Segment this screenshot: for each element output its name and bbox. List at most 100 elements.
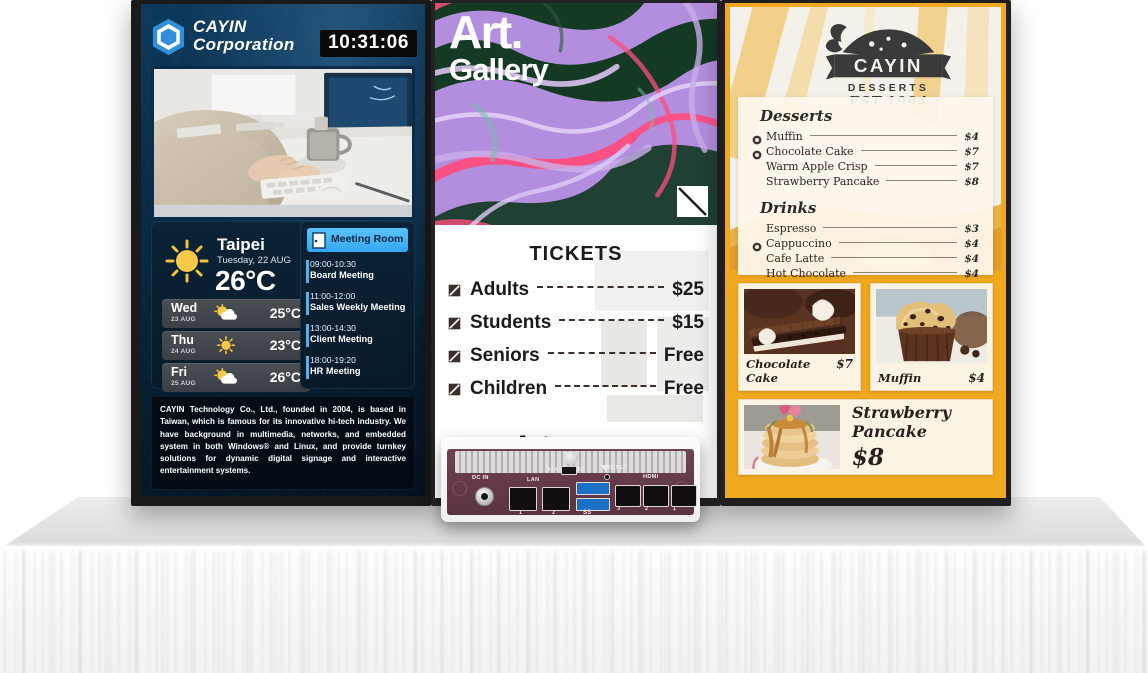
ticket-label: Seniors	[470, 345, 540, 366]
forecast-temp: 26°C	[269, 369, 301, 385]
menu-item: Espresso $3	[752, 221, 979, 236]
meeting-event: 11:00-12:00 Sales Weekly Meeting	[306, 291, 409, 316]
ticket-price: Free	[663, 345, 704, 366]
menu-item: Chocolate Cake $7	[752, 144, 979, 159]
lan-port-2[interactable]	[542, 487, 570, 511]
meeting-event: 18:00-19:20 HR Meeting	[306, 355, 409, 380]
forecast-day: Wed	[171, 301, 198, 315]
ticket-stub-icon	[448, 383, 461, 396]
ticket-leader-line	[559, 319, 665, 321]
menu-item: Strawberry Pancake $8	[752, 174, 979, 189]
showcase-stage: CAYIN Corporation 10:31:06 Taipei Tuesda…	[0, 0, 1148, 673]
feature-card-row: Chocolate Cake $7 Muffin $4	[738, 283, 993, 391]
forecast-date: 23 AUG	[171, 316, 196, 323]
menu-card: Desserts Muffin $4 Chocolate Cake $7 War…	[738, 97, 993, 279]
ticket-row: Seniors Free	[448, 341, 704, 371]
hdmi-port-2[interactable]	[643, 485, 669, 507]
event-time: 18:00-19:20	[310, 355, 356, 365]
dc-in-jack[interactable]	[475, 487, 494, 506]
feature-card[interactable]: Muffin $4	[870, 283, 993, 391]
corporate-screen-panel: CAYIN Corporation 10:31:06 Taipei Tuesda…	[141, 4, 425, 496]
sun-cloud-icon	[214, 303, 238, 323]
page-fold-icon	[677, 186, 708, 217]
menu-item-name: Cafe Latte	[766, 252, 825, 265]
dessert-logo-brand: CAYIN	[854, 55, 923, 76]
meeting-room-widget[interactable]: Meeting Room 09:00-10:30 Board Meeting 1…	[300, 221, 415, 389]
brand-name: CAYIN Corporation	[193, 18, 295, 53]
event-time: 09:00-10:30	[310, 259, 356, 269]
ticket-leader-line	[537, 286, 665, 288]
dessert-brand-logo: CAYIN DESSERTS EST.1994	[730, 21, 1001, 110]
ticket-stub-icon	[448, 317, 461, 330]
menu-leader-line	[831, 257, 958, 258]
dessert-logo-sub: DESSERTS	[848, 83, 929, 94]
office-photo	[151, 66, 415, 220]
weather-temperature: 26°C	[215, 265, 276, 296]
ticket-price: $25	[672, 279, 704, 300]
ticket-price: $15	[672, 312, 704, 333]
feature-card-caption: Chocolate Cake $7	[744, 354, 855, 385]
ticket-leader-line	[555, 385, 656, 387]
event-time: 13:00-14:30	[310, 323, 356, 333]
reset-label: RESET	[607, 465, 628, 471]
media-player-device[interactable]: DC IN LAN 1 2 ATX AT SS RESET HDMI 3 2 1	[441, 437, 700, 522]
ticket-stub-icon	[448, 350, 461, 363]
ticket-label: Adults	[470, 279, 530, 300]
weather-widget[interactable]: Taipei Tuesday, 22 AUG 26°C Wed 23 AUG 2…	[151, 221, 321, 392]
hdmi-label: HDMI	[643, 474, 659, 480]
feature-card-price: $7	[836, 357, 853, 371]
corporate-header: CAYIN Corporation 10:31:06	[141, 4, 425, 66]
dessert-screen-panel: CAYIN DESSERTS EST.1994 Desserts Muffin	[725, 3, 1006, 498]
menu-item-name: Hot Chocolate	[766, 267, 847, 279]
weather-city: Taipei	[217, 235, 265, 254]
menu-leader-line	[853, 272, 958, 273]
strawberry-pancake-photo	[744, 405, 840, 469]
lan-port-2-number: 2	[552, 510, 555, 516]
forecast-date: 24 AUG	[171, 348, 196, 355]
art-gallery-signage-screen[interactable]: Art. Gallery TICKETS Adults $25 Students…	[431, 0, 721, 506]
dessert-content-area: CAYIN DESSERTS EST.1994 Desserts Muffin	[730, 7, 1001, 493]
feature-card-name: Chocolate Cake	[746, 357, 811, 385]
event-name: HR Meeting	[310, 366, 361, 377]
wide-card-price: $8	[852, 444, 885, 471]
forecast-row: Thu 24 AUG 23°C	[162, 331, 310, 360]
reset-button[interactable]	[604, 474, 610, 480]
gallery-title-line-2: Gallery	[449, 52, 549, 88]
dessert-menu-signage-screen[interactable]: CAYIN DESSERTS EST.1994 Desserts Muffin	[721, 0, 1011, 506]
clock-display: 10:31:06	[320, 30, 417, 57]
sun-icon	[214, 336, 238, 355]
lan-port-1[interactable]	[509, 487, 537, 511]
menu-leader-line	[838, 242, 958, 243]
hdmi-port-1-number: 1	[673, 506, 676, 512]
menu-item-price: $4	[964, 237, 979, 250]
usb-port-upper[interactable]	[576, 482, 610, 495]
meeting-event: 09:00-10:30 Board Meeting	[306, 259, 409, 284]
menu-item-name: Chocolate Cake	[766, 145, 854, 158]
brand-line-1: CAYIN	[193, 17, 247, 36]
event-name: Client Meeting	[310, 334, 373, 345]
media-player-io-panel: DC IN LAN 1 2 ATX AT SS RESET HDMI 3 2 1	[447, 449, 697, 516]
hdmi-port-1[interactable]	[671, 485, 697, 507]
ticket-row: Children Free	[448, 374, 704, 404]
menu-item-name: Cappuccino	[766, 237, 832, 250]
menu-item: Warm Apple Crisp $7	[752, 159, 979, 174]
ticket-leader-line	[547, 352, 656, 354]
hdmi-port-2-number: 2	[645, 506, 648, 512]
forecast-row: Wed 23 AUG 25°C	[162, 299, 310, 328]
feature-card[interactable]: Chocolate Cake $7	[738, 283, 861, 391]
sun-cloud-icon	[214, 367, 238, 387]
atx-at-switch[interactable]	[561, 466, 577, 475]
muffin-photo	[876, 289, 987, 368]
gallery-title-line-1: Art.	[449, 6, 523, 58]
hdmi-port-3[interactable]	[615, 485, 641, 507]
ticket-label: Children	[470, 378, 548, 399]
menu-item: Cafe Latte $4	[752, 251, 979, 266]
menu-item-price: $8	[964, 175, 979, 188]
usb-port-lower[interactable]	[576, 498, 610, 511]
wide-feature-card[interactable]: Strawberry Pancake $8	[738, 399, 993, 475]
menu-item: Cappuccino $4	[752, 236, 979, 251]
corporate-signage-screen[interactable]: CAYIN Corporation 10:31:06 Taipei Tuesda…	[131, 0, 431, 506]
hdmi-port-3-number: 3	[617, 506, 620, 512]
meeting-event: 13:00-14:30 Client Meeting	[306, 323, 409, 348]
meeting-room-title: Meeting Room	[331, 233, 404, 245]
